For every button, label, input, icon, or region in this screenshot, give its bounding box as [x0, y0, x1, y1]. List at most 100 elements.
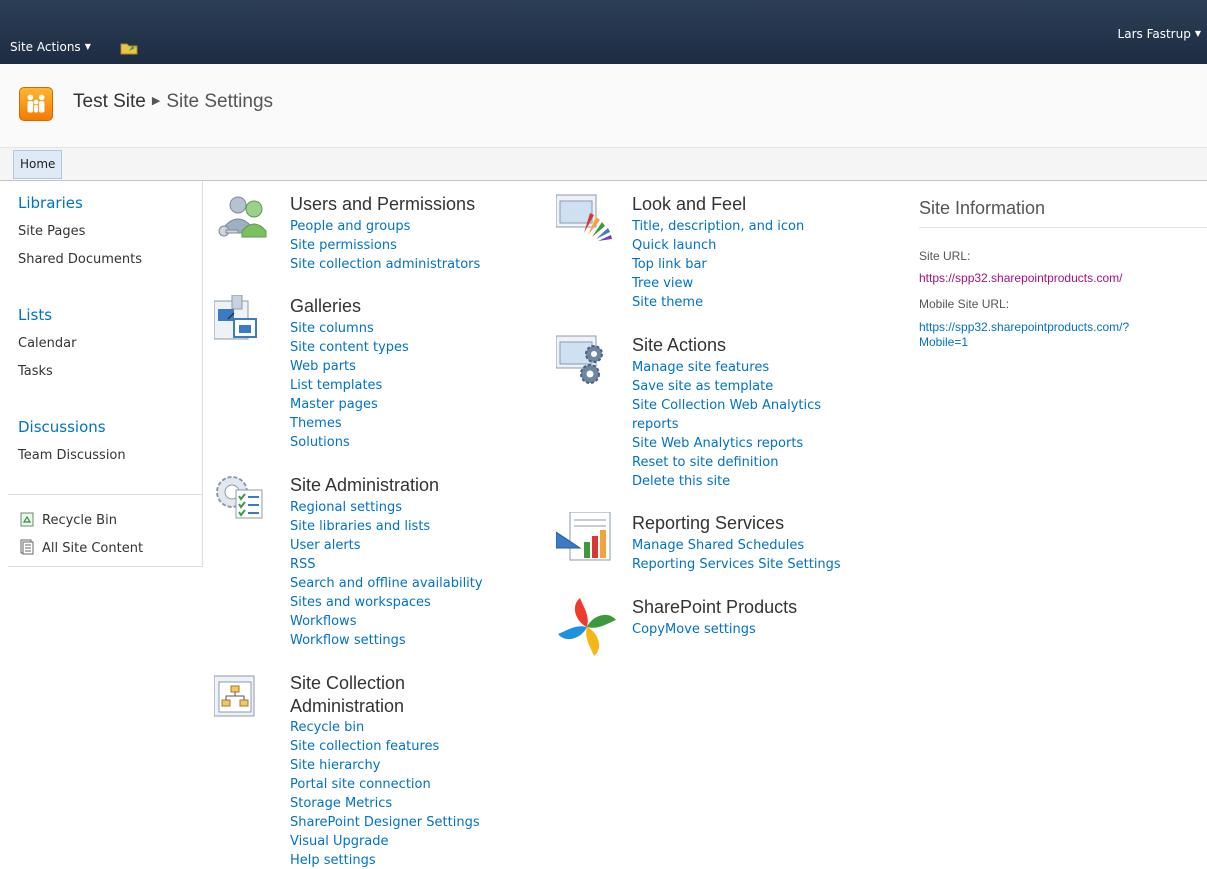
chevron-down-icon: ▼	[84, 42, 91, 51]
quicklaunch-heading-lists[interactable]: Lists	[18, 306, 52, 324]
mobile-site-url-line1: https://spp32.sharepointproducts.com/?	[919, 320, 1130, 334]
site-administration-links: Regional settings Site libraries and lis…	[290, 498, 483, 650]
link-site-content-types[interactable]: Site content types	[290, 338, 409, 357]
link-sharepoint-designer-settings[interactable]: SharePoint Designer Settings	[290, 813, 480, 832]
link-delete-this-site[interactable]: Delete this site	[632, 472, 821, 491]
quicklaunch-item-site-pages[interactable]: Site Pages	[18, 224, 85, 239]
link-web-parts[interactable]: Web parts	[290, 357, 409, 376]
link-reset-to-site-definition[interactable]: Reset to site definition	[632, 453, 821, 472]
link-site-web-analytics-reports[interactable]: Site Web Analytics reports	[632, 434, 821, 453]
mobile-site-url-link[interactable]: https://spp32.sharepointproducts.com/? M…	[919, 320, 1129, 350]
site-administration-icon	[216, 476, 263, 519]
link-workflow-settings[interactable]: Workflow settings	[290, 631, 483, 650]
quicklaunch-item-calendar[interactable]: Calendar	[18, 336, 76, 351]
link-help-settings[interactable]: Help settings	[290, 851, 480, 869]
breadcrumb-site-link[interactable]: Test Site	[73, 91, 146, 112]
sharepoint-products-logo-icon	[558, 598, 616, 656]
user-menu[interactable]: Lars Fastrup ▼	[1118, 27, 1201, 41]
section-galleries: Galleries Site columns Site content type…	[214, 295, 534, 455]
section-site-actions: Site Actions Manage site features Save s…	[556, 334, 876, 494]
link-site-collection-administrators[interactable]: Site collection administrators	[290, 255, 480, 274]
section-title-line1: Site Collection	[290, 673, 406, 693]
link-list-templates[interactable]: List templates	[290, 376, 409, 395]
all-site-content-icon	[20, 539, 34, 555]
link-site-hierarchy[interactable]: Site hierarchy	[290, 756, 480, 775]
link-site-collection-features[interactable]: Site collection features	[290, 737, 480, 756]
quicklaunch-item-shared-documents[interactable]: Shared Documents	[18, 252, 142, 267]
user-name: Lars Fastrup	[1117, 27, 1191, 41]
section-title-line2: Administration	[290, 696, 405, 716]
quicklaunch-item-tasks[interactable]: Tasks	[18, 364, 53, 379]
chevron-down-icon: ▼	[1194, 29, 1201, 38]
section-users-and-permissions: Users and Permissions People and groups …	[214, 193, 534, 283]
reporting-services-links: Manage Shared Schedules Reporting Servic…	[632, 536, 841, 574]
link-search-and-offline-availability[interactable]: Search and offline availability	[290, 574, 483, 593]
link-solutions[interactable]: Solutions	[290, 433, 409, 452]
galleries-links: Site columns Site content types Web part…	[290, 319, 409, 452]
site-collection-administration-links: Recycle bin Site collection features Sit…	[290, 718, 480, 869]
section-title: Galleries	[290, 296, 362, 316]
galleries-icon	[214, 295, 257, 340]
section-sharepoint-products: SharePoint Products CopyMove settings	[556, 596, 876, 666]
top-ribbon: Site Actions ▼ Lars Fastrup ▼	[0, 0, 1207, 64]
site-actions-menu[interactable]: Site Actions ▼	[10, 40, 91, 54]
link-site-libraries-and-lists[interactable]: Site libraries and lists	[290, 517, 483, 536]
section-title: Users and Permissions	[290, 194, 476, 214]
link-site-collection-web-analytics-reports[interactable]: reports	[632, 415, 821, 434]
link-copymove-settings[interactable]: CopyMove settings	[632, 620, 756, 639]
link-top-link-bar[interactable]: Top link bar	[632, 255, 804, 274]
breadcrumb: Test Site ▶ Site Settings	[73, 91, 273, 113]
link-site-columns[interactable]: Site columns	[290, 319, 409, 338]
top-navigation: Home	[0, 148, 1207, 181]
site-information-title: Site Information	[919, 198, 1207, 228]
all-site-content-link[interactable]: All Site Content	[20, 539, 143, 556]
link-people-and-groups[interactable]: People and groups	[290, 217, 480, 236]
link-visual-upgrade[interactable]: Visual Upgrade	[290, 832, 480, 851]
title-area: Test Site ▶ Site Settings	[0, 64, 1207, 148]
link-recycle-bin[interactable]: Recycle bin	[290, 718, 480, 737]
mobile-site-url-line2: Mobile=1	[919, 335, 969, 349]
section-site-collection-administration: Site Collection Administration Recycle b…	[214, 672, 534, 869]
look-and-feel-icon	[556, 194, 612, 241]
link-save-site-as-template[interactable]: Save site as template	[632, 377, 821, 396]
link-title-description-icon[interactable]: Title, description, and icon	[632, 217, 804, 236]
section-title: Site Actions	[632, 335, 727, 355]
section-site-administration: Site Administration Regional settings Si…	[214, 474, 534, 654]
section-look-and-feel: Look and Feel Title, description, and ic…	[556, 193, 876, 313]
all-site-content-label: All Site Content	[42, 541, 144, 556]
quicklaunch-item-team-discussion[interactable]: Team Discussion	[18, 448, 126, 463]
link-sites-and-workspaces[interactable]: Sites and workspaces	[290, 593, 483, 612]
breadcrumb-arrow-icon: ▶	[151, 95, 161, 107]
section-reporting-services: Reporting Services Manage Shared Schedul…	[556, 512, 896, 582]
link-themes[interactable]: Themes	[290, 414, 409, 433]
users-permissions-links: People and groups Site permissions Site …	[290, 217, 480, 274]
site-actions-label: Site Actions	[10, 40, 81, 54]
recycle-bin-link[interactable]: Recycle Bin	[20, 511, 117, 528]
quicklaunch-heading-discussions[interactable]: Discussions	[18, 418, 106, 436]
site-logo-icon[interactable]	[19, 87, 53, 121]
site-actions-icon	[556, 335, 603, 384]
section-title: SharePoint Products	[632, 597, 798, 617]
quicklaunch-heading-libraries[interactable]: Libraries	[18, 194, 83, 212]
link-regional-settings[interactable]: Regional settings	[290, 498, 483, 517]
site-information-panel: Site Information Site URL: https://spp32…	[919, 198, 1207, 349]
link-site-collection-web-analytics[interactable]: Site Collection Web Analytics	[632, 396, 821, 415]
tab-home[interactable]: Home	[13, 150, 63, 179]
link-site-permissions[interactable]: Site permissions	[290, 236, 480, 255]
link-tree-view[interactable]: Tree view	[632, 274, 804, 293]
site-url-link[interactable]: https://spp32.sharepointproducts.com/	[919, 271, 1122, 286]
link-manage-site-features[interactable]: Manage site features	[632, 358, 821, 377]
link-quick-launch[interactable]: Quick launch	[632, 236, 804, 255]
link-manage-shared-schedules[interactable]: Manage Shared Schedules	[632, 536, 841, 555]
link-user-alerts[interactable]: User alerts	[290, 536, 483, 555]
navigate-up-icon[interactable]	[120, 39, 138, 55]
link-rss[interactable]: RSS	[290, 555, 483, 574]
section-title: Look and Feel	[632, 194, 747, 214]
link-site-theme[interactable]: Site theme	[632, 293, 804, 312]
link-storage-metrics[interactable]: Storage Metrics	[290, 794, 480, 813]
link-master-pages[interactable]: Master pages	[290, 395, 409, 414]
link-portal-site-connection[interactable]: Portal site connection	[290, 775, 480, 794]
site-url-label: Site URL:	[919, 249, 971, 263]
link-workflows[interactable]: Workflows	[290, 612, 483, 631]
link-reporting-services-site-settings[interactable]: Reporting Services Site Settings	[632, 555, 841, 574]
